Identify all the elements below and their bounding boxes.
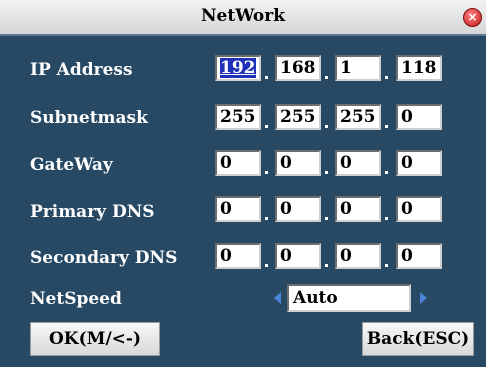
ip-dot [265, 217, 268, 220]
ip-dot [325, 171, 328, 174]
netspeed-label: NetSpeed [30, 289, 122, 309]
netspeed-select[interactable]: Auto [287, 284, 411, 312]
ip-dot [325, 264, 328, 267]
ip-dot [385, 171, 388, 174]
secondary-dns-octet-3[interactable]: 0 [335, 243, 381, 269]
ip-address-label: IP Address [30, 60, 133, 80]
secondary-dns-octet-4[interactable]: 0 [396, 243, 442, 269]
gateway-octet-2[interactable]: 0 [275, 150, 321, 176]
ip-dot [265, 76, 268, 79]
arrow-left-icon[interactable] [274, 292, 281, 304]
ip-dot [325, 76, 328, 79]
gateway-octet-4[interactable]: 0 [396, 150, 442, 176]
subnetmask-octet-3[interactable]: 255 [335, 104, 381, 130]
subnetmask-octet-4[interactable]: 0 [396, 104, 442, 130]
subnetmask-octet-1[interactable]: 255 [215, 104, 261, 130]
secondary-dns-octet-2[interactable]: 0 [275, 243, 321, 269]
primary-dns-octet-1[interactable]: 0 [215, 196, 261, 222]
gateway-octet-3[interactable]: 0 [335, 150, 381, 176]
network-settings-window: NetWork × IP Address 192 168 1 118 Subne… [0, 0, 486, 367]
ip-dot [385, 264, 388, 267]
ip-address-octet-1[interactable]: 192 [215, 55, 261, 81]
ip-dot [325, 217, 328, 220]
title-bar: NetWork × [0, 0, 486, 35]
primary-dns-octet-3[interactable]: 0 [335, 196, 381, 222]
arrow-right-icon[interactable] [420, 292, 427, 304]
ip-dot [265, 171, 268, 174]
primary-dns-label: Primary DNS [30, 202, 155, 222]
ip-dot [385, 76, 388, 79]
primary-dns-octet-2[interactable]: 0 [275, 196, 321, 222]
ip-address-octet-3[interactable]: 1 [335, 55, 381, 81]
ip-dot [325, 125, 328, 128]
subnetmask-octet-2[interactable]: 255 [275, 104, 321, 130]
ip-dot [385, 217, 388, 220]
gateway-octet-1[interactable]: 0 [215, 150, 261, 176]
back-button[interactable]: Back(ESC) [362, 322, 474, 356]
close-icon[interactable]: × [463, 8, 482, 27]
secondary-dns-label: Secondary DNS [30, 248, 178, 268]
ok-button[interactable]: OK(M/<-) [30, 322, 160, 356]
subnetmask-label: Subnetmask [30, 108, 148, 128]
secondary-dns-octet-1[interactable]: 0 [215, 243, 261, 269]
ip-address-octet-4[interactable]: 118 [396, 55, 442, 81]
gateway-label: GateWay [30, 155, 113, 175]
window-title: NetWork [201, 6, 285, 26]
title-separator [0, 34, 486, 36]
ip-dot [265, 125, 268, 128]
ip-dot [385, 125, 388, 128]
ip-address-octet-2[interactable]: 168 [275, 55, 321, 81]
primary-dns-octet-4[interactable]: 0 [396, 196, 442, 222]
ip-dot [265, 264, 268, 267]
